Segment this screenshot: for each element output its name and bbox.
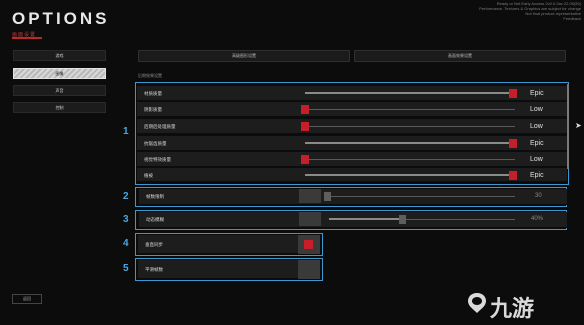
- setting-value: Epic: [530, 140, 544, 147]
- setting-label: 动态模糊: [146, 217, 164, 222]
- slider-track: [305, 109, 515, 110]
- page-title: OPTIONS: [12, 9, 110, 28]
- setting-value: Low: [530, 123, 543, 130]
- title-underline: [12, 37, 42, 39]
- build-line: Feedback: [563, 16, 581, 21]
- settings-row[interactable]: 植被 Epic: [137, 168, 567, 182]
- slider-handle[interactable]: [509, 171, 517, 180]
- settings-row[interactable]: 平滑帧数: [138, 260, 320, 279]
- slider-handle[interactable]: [301, 122, 309, 131]
- group-number: 2: [123, 191, 129, 202]
- scrollbar[interactable]: [567, 84, 569, 169]
- watermark-logo-icon: [468, 293, 486, 313]
- setting-label: 平滑帧数: [145, 267, 163, 272]
- settings-row[interactable]: 视觉特效质量 Low: [137, 152, 567, 167]
- group-number: 4: [123, 238, 129, 249]
- back-button[interactable]: 返回: [12, 294, 42, 304]
- slider-fill: [305, 142, 512, 144]
- tab-screen-effects[interactable]: 画面效果设置: [354, 50, 566, 62]
- setting-value: Low: [530, 106, 543, 113]
- setting-value: Epic: [530, 90, 544, 97]
- slider-track: [325, 196, 515, 197]
- watermark-text: 九游: [490, 296, 535, 321]
- slider-handle[interactable]: [399, 215, 406, 224]
- checkbox[interactable]: [298, 260, 320, 279]
- group-number: 5: [123, 263, 129, 274]
- setting-label: 材质质量: [144, 91, 162, 96]
- setting-label: 植被: [144, 173, 153, 178]
- slider-handle[interactable]: [324, 192, 331, 201]
- mouse-cursor-icon: ➤: [575, 121, 582, 130]
- group-number: 1: [123, 126, 129, 137]
- setting-label: 视觉特效质量: [144, 157, 171, 162]
- slider-handle[interactable]: [301, 105, 309, 114]
- setting-label: 垂直同步: [145, 242, 163, 247]
- slider-track: [305, 159, 515, 160]
- checkbox-checked-icon: [304, 240, 313, 249]
- group-number: 3: [123, 214, 129, 225]
- settings-row[interactable]: 材质质量 Epic: [137, 86, 567, 101]
- slider-track: [305, 126, 515, 127]
- menu-item-audio[interactable]: 声音: [13, 85, 106, 96]
- settings-row[interactable]: 阴影质量 Low: [137, 102, 567, 117]
- setting-label: 帧数限制: [146, 194, 164, 199]
- setting-label: 阴影质量: [144, 107, 162, 112]
- setting-value: 30: [535, 193, 542, 199]
- slider-handle[interactable]: [509, 89, 517, 98]
- settings-row[interactable]: 垂直同步: [138, 235, 320, 254]
- setting-value: Low: [530, 156, 543, 163]
- setting-label: 后期后处理质量: [144, 124, 176, 129]
- settings-row[interactable]: 帧数限制 30: [139, 189, 567, 205]
- settings-row[interactable]: 动态模糊 40%: [139, 212, 567, 228]
- slider-fill: [305, 174, 512, 176]
- menu-item-controls[interactable]: 控制: [13, 102, 106, 113]
- slider-fill: [329, 218, 401, 220]
- slider-cap: [299, 189, 321, 203]
- menu-item-graphics[interactable]: 图像: [13, 68, 106, 79]
- section-header: 后期效果设置: [138, 73, 162, 78]
- slider-handle[interactable]: [509, 139, 517, 148]
- build-info: Ready or Not Early Access 2v0.0.2ac 22.0…: [461, 1, 581, 21]
- slider-handle[interactable]: [301, 155, 309, 164]
- menu-item-game[interactable]: 游戏: [13, 50, 106, 61]
- setting-label: 抗锯齿质量: [144, 141, 167, 146]
- setting-value: 40%: [531, 216, 544, 222]
- settings-row[interactable]: 后期后处理质量 Low: [137, 119, 567, 134]
- tab-advanced-graphics[interactable]: 高级图形设置: [138, 50, 350, 62]
- slider-cap: [299, 212, 321, 226]
- setting-value: Epic: [530, 172, 544, 179]
- settings-row[interactable]: 抗锯齿质量 Epic: [137, 136, 567, 151]
- slider-fill: [305, 92, 512, 94]
